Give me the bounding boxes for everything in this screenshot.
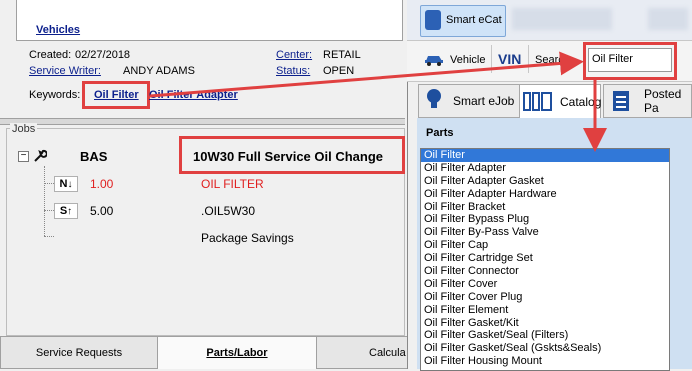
status-label[interactable]: Status: — [276, 65, 310, 77]
parts-header: Parts — [426, 127, 454, 139]
stock-badge: S ↑ — [54, 203, 78, 219]
wrench-icon — [33, 149, 48, 163]
vin-button[interactable]: VIN — [498, 51, 521, 67]
ecat-icon — [425, 10, 441, 30]
created-value: 02/27/2018 — [75, 49, 131, 61]
parts-list[interactable]: Oil Filter Oil Filter Adapter Oil Filter A… — [420, 148, 670, 371]
tree-branch — [44, 236, 54, 237]
parts-list-item[interactable]: Oil Filter Bypass Plug — [421, 213, 669, 226]
collapse-toggle-icon[interactable]: − — [18, 151, 29, 162]
toolbar-separator — [491, 45, 492, 73]
keyword-oil-filter-adapter-link[interactable]: Oil Filter Adapter — [149, 89, 238, 101]
tree-branch — [44, 183, 54, 184]
parts-list-item[interactable]: Oil Filter Gasket/Seal (Filters) — [421, 329, 669, 342]
parts-list-item[interactable]: Oil Filter Housing Mount — [421, 355, 669, 368]
service-writer-value: ANDY ADAMS — [123, 65, 195, 77]
toolbar-separator — [528, 45, 529, 73]
parts-list-item[interactable]: Oil Filter Connector — [421, 265, 669, 278]
smart-ecat-label: Smart eCat — [446, 14, 502, 26]
parts-list-item[interactable]: Oil Filter Element — [421, 304, 669, 317]
vehicle-button[interactable]: Vehicle — [450, 54, 485, 66]
keyword-oil-filter-link[interactable]: Oil Filter — [94, 89, 139, 101]
keywords-label: Keywords: — [29, 89, 81, 101]
line-qty: 5.00 — [90, 204, 114, 218]
job-code: BAS — [80, 149, 108, 164]
parts-list-item[interactable]: Oil Filter Adapter Hardware — [421, 188, 669, 201]
nonstock-badge: N ↓ — [54, 176, 78, 192]
line-desc[interactable]: .OIL5W30 — [201, 204, 255, 218]
job-title: 10W30 Full Service Oil Change — [193, 149, 384, 164]
parts-list-item[interactable]: Oil Filter Cover — [421, 278, 669, 291]
service-writer-label[interactable]: Service Writer: — [29, 65, 101, 77]
parts-list-item[interactable]: Oil Filter Adapter — [421, 162, 669, 175]
vehicles-link[interactable]: Vehicles — [36, 24, 80, 36]
parts-list-item[interactable]: Oil Filter By-Pass Valve — [421, 226, 669, 239]
center-value: RETAIL — [323, 49, 361, 61]
blurred-tab[interactable] — [512, 8, 612, 30]
status-value: OPEN — [323, 65, 355, 77]
tab-parts-labor[interactable]: Parts/Labor — [157, 336, 317, 369]
splitter[interactable] — [0, 118, 405, 125]
parts-list-item[interactable]: Oil Filter Cover Plug — [421, 291, 669, 304]
tree-line — [44, 166, 45, 236]
search-highlight-box — [583, 42, 677, 80]
parts-list-item[interactable]: Oil Filter Cartridge Set — [421, 252, 669, 265]
tab-calculations[interactable]: Calcula — [316, 336, 408, 369]
tab-service-requests[interactable]: Service Requests — [0, 336, 158, 369]
catalog-icon — [523, 90, 555, 112]
created-label: Created: — [29, 49, 72, 61]
line-desc[interactable]: OIL FILTER — [201, 177, 264, 191]
lightbulb-icon — [426, 88, 442, 112]
parts-list-item[interactable]: Oil Filter — [421, 149, 669, 162]
tree-branch — [44, 210, 54, 211]
parts-list-item[interactable]: Oil Filter Bracket — [421, 201, 669, 214]
clipboard-icon — [611, 88, 631, 112]
center-label[interactable]: Center: — [276, 49, 312, 61]
blurred-tab[interactable] — [648, 8, 688, 30]
parts-list-item[interactable]: Oil Filter Cap — [421, 239, 669, 252]
jobs-legend: Jobs — [10, 123, 38, 135]
car-icon — [424, 52, 444, 66]
parts-list-item[interactable]: Oil Filter Gasket/Kit — [421, 317, 669, 330]
line-desc[interactable]: Package Savings — [201, 231, 294, 245]
search-label: Search — [535, 54, 570, 66]
line-qty: 1.00 — [90, 177, 114, 191]
parts-list-item[interactable]: Oil Filter Gasket/Seal (Gskts&Seals) — [421, 342, 669, 355]
parts-list-item[interactable]: Oil Filter Adapter Gasket — [421, 175, 669, 188]
